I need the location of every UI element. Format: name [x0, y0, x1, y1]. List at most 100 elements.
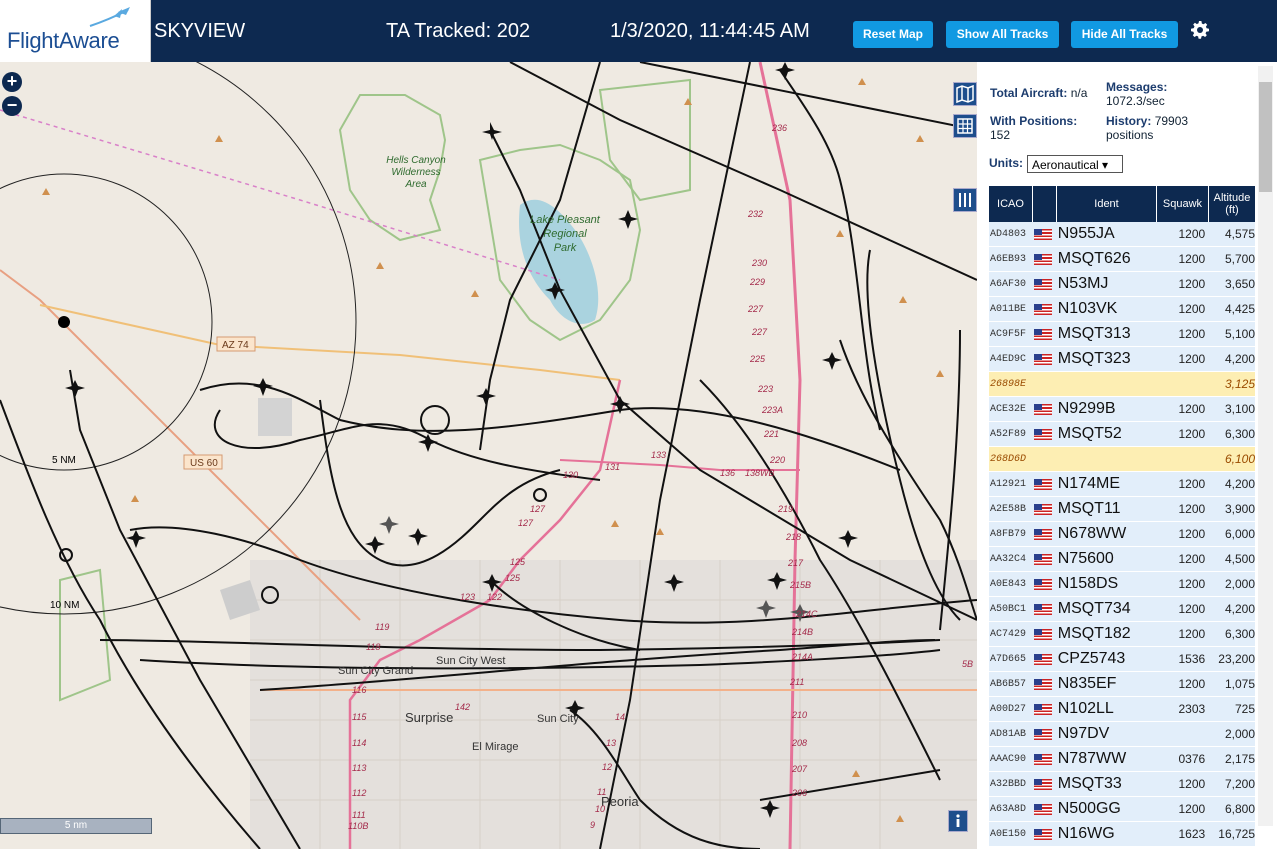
units-dropdown[interactable]: Aeronautical ▾	[1027, 155, 1123, 173]
us-flag-icon	[1033, 778, 1052, 790]
table-row[interactable]: A6EB93 MSQT626 1200 5,700	[989, 247, 1255, 272]
show-all-tracks-button[interactable]: Show All Tracks	[946, 21, 1059, 48]
svg-text:218: 218	[785, 532, 801, 542]
map-canvas[interactable]: 5 NM 10 NM AZ 74 US 60 Hells Canyon Wild…	[0, 62, 977, 849]
table-row[interactable]: A32BBD MSQT33 1200 7,200	[989, 772, 1255, 797]
altitude-cell: 1,075	[1224, 677, 1255, 691]
reset-map-button[interactable]: Reset Map	[853, 21, 933, 48]
hide-all-tracks-button[interactable]: Hide All Tracks	[1071, 21, 1178, 48]
table-row[interactable]: A12921 N174ME 1200 4,200	[989, 472, 1255, 497]
altitude-cell: 3,650	[1224, 277, 1255, 291]
icao-cell: A50BC1	[990, 603, 1027, 615]
icao-cell: AD4803	[990, 228, 1027, 240]
us-flag-icon	[1033, 628, 1052, 640]
aircraft-side-panel: Total Aircraft: n/a Messages: 1072.3/sec …	[977, 62, 1277, 849]
icao-cell: AC7429	[990, 628, 1027, 640]
zoom-out-button[interactable]: −	[2, 96, 22, 116]
table-row[interactable]: A011BE N103VK 1200 4,425	[989, 297, 1255, 322]
table-row[interactable]: 26898E 3,125	[989, 372, 1255, 397]
aircraft-icon[interactable]	[618, 210, 638, 229]
svg-text:130: 130	[563, 470, 578, 480]
svg-text:236: 236	[771, 123, 787, 133]
altitude-cell: 7,200	[1224, 777, 1255, 791]
table-row[interactable]: A7D665 CPZ5743 1536 23,200	[989, 647, 1255, 672]
table-row[interactable]: AD4803 N955JA 1200 4,575	[989, 222, 1255, 247]
table-row[interactable]: A0E843 N158DS 1200 2,000	[989, 572, 1255, 597]
flightaware-logo[interactable]: FlightAware	[0, 0, 151, 62]
table-row[interactable]: AC7429 MSQT182 1200 6,300	[989, 622, 1255, 647]
flag-cell	[1033, 278, 1058, 290]
aircraft-icon[interactable]	[476, 388, 496, 406]
us-flag-icon	[1033, 503, 1052, 515]
altitude-cell: 4,200	[1224, 477, 1255, 491]
ta-tracked-count: TA Tracked: 202	[386, 20, 531, 42]
aircraft-icon[interactable]	[822, 352, 842, 370]
column-icao[interactable]: ICAO	[989, 186, 1033, 222]
table-row[interactable]: ACE32E N9299B 1200 3,100	[989, 397, 1255, 422]
aircraft-icon[interactable]	[408, 528, 428, 546]
us-flag-icon	[1033, 578, 1052, 590]
squawk-cell: 1200	[1178, 627, 1206, 641]
table-row[interactable]: AB6B57 N835EF 1200 1,075	[989, 672, 1255, 697]
flag-cell	[1033, 428, 1058, 440]
columns-toggle-button[interactable]	[953, 188, 977, 212]
table-body: AD4803 N955JA 1200 4,575 A6EB93 MSQT626 1200 5,…	[989, 222, 1255, 847]
table-row[interactable]: AD81AB N97DV 2,000	[989, 722, 1255, 747]
info-button[interactable]	[948, 810, 968, 832]
altitude-cell: 5,100	[1224, 327, 1255, 341]
column-altitude[interactable]: Altitude (ft)	[1209, 186, 1255, 222]
table-row[interactable]: A2E58B MSQT11 1200 3,900	[989, 497, 1255, 522]
receiver-location	[58, 316, 70, 328]
az74-label: AZ 74	[222, 340, 249, 351]
svg-text:125: 125	[510, 557, 526, 567]
aircraft-icon[interactable]	[379, 516, 399, 534]
us-flag-icon	[1033, 653, 1052, 665]
table-row[interactable]: 268D6D 6,100	[989, 447, 1255, 472]
sun-city-label: Sun City	[537, 713, 579, 725]
icao-cell: A0E843	[990, 578, 1027, 590]
svg-text:112: 112	[352, 788, 366, 798]
table-row[interactable]: A8FB79 N678WW 1200 6,000	[989, 522, 1255, 547]
flag-cell	[1033, 628, 1058, 640]
flag-cell	[1033, 603, 1058, 615]
grid-toggle-button[interactable]	[953, 114, 977, 138]
table-row[interactable]: AAAC90 N787WW 0376 2,175	[989, 747, 1255, 772]
panel-scrollbar-thumb[interactable]	[1259, 82, 1272, 192]
map-layers-button[interactable]	[953, 82, 977, 106]
aircraft-icon[interactable]	[838, 530, 858, 548]
icao-cell: A8FB79	[990, 528, 1027, 540]
ident-cell: MSQT33	[1057, 775, 1122, 792]
icao-cell: A12921	[990, 478, 1027, 490]
altitude-cell: 6,000	[1224, 527, 1255, 541]
table-row[interactable]: A6AF30 N53MJ 1200 3,650	[989, 272, 1255, 297]
surprise-label: Surprise	[405, 710, 453, 725]
table-row[interactable]: A52F89 MSQT52 1200 6,300	[989, 422, 1255, 447]
squawk-cell: 1200	[1178, 552, 1206, 566]
aircraft-icon[interactable]	[482, 122, 502, 140]
map-view[interactable]: 5 NM 10 NM AZ 74 US 60 Hells Canyon Wild…	[0, 62, 977, 849]
us-flag-icon	[1033, 303, 1052, 315]
gear-icon[interactable]	[1188, 18, 1212, 42]
table-row[interactable]: A00D27 N102LL 2303 725	[989, 697, 1255, 722]
column-squawk[interactable]: Squawk	[1157, 186, 1209, 222]
flag-cell	[1033, 553, 1058, 565]
svg-text:12: 12	[602, 762, 612, 772]
icao-cell: AAAC90	[990, 753, 1027, 765]
table-row[interactable]: A50BC1 MSQT734 1200 4,200	[989, 597, 1255, 622]
squawk-cell: 1200	[1178, 477, 1206, 491]
zoom-in-button[interactable]: +	[2, 72, 22, 92]
aircraft-icon[interactable]	[65, 380, 85, 398]
table-row[interactable]: A0E150 N16WG 1623 16,725	[989, 822, 1255, 847]
table-row[interactable]: A4ED9C MSQT323 1200 4,200	[989, 347, 1255, 372]
aircraft-icon[interactable]	[775, 62, 795, 80]
altitude-cell: 2,175	[1224, 752, 1255, 766]
column-flag[interactable]	[1033, 186, 1057, 222]
with-positions-stat: With Positions: 152	[990, 114, 1078, 142]
column-ident[interactable]: Ident	[1057, 186, 1157, 222]
icao-cell: A6AF30	[990, 278, 1027, 290]
ident-cell: MSQT626	[1057, 250, 1131, 267]
table-row[interactable]: AC9F5F MSQT313 1200 5,100	[989, 322, 1255, 347]
ring-label-5nm: 5 NM	[52, 455, 76, 466]
table-row[interactable]: A63A8D N500GG 1200 6,800	[989, 797, 1255, 822]
table-row[interactable]: AA32C4 N75600 1200 4,500	[989, 547, 1255, 572]
